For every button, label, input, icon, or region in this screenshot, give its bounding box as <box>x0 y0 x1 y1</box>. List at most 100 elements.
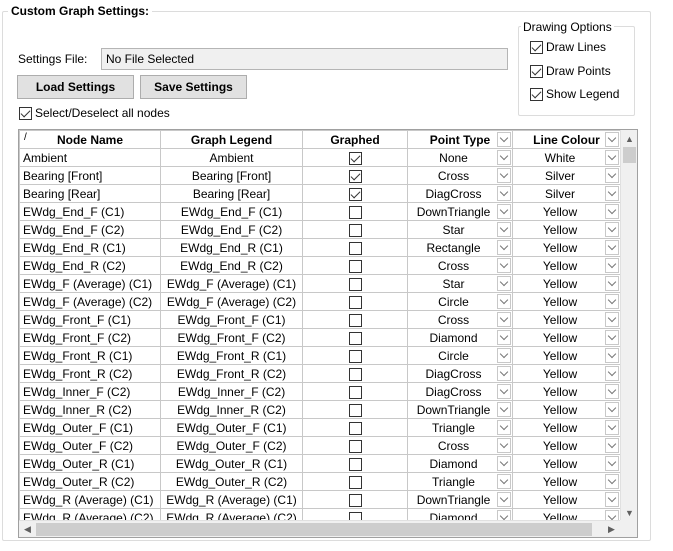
graphed-cell[interactable] <box>302 184 408 203</box>
chevron-down-icon[interactable] <box>497 150 511 165</box>
graphed-checkbox[interactable] <box>348 259 362 273</box>
table-row[interactable]: EWdg_Outer_F (C1) EWdg_Outer_F (C1) Triang… <box>19 418 620 437</box>
node-name-cell[interactable]: Bearing [Front] <box>19 166 161 185</box>
node-name-cell[interactable]: EWdg_Front_R (C1) <box>19 346 161 365</box>
node-name-cell[interactable]: EWdg_End_F (C1) <box>19 202 161 221</box>
graphed-checkbox[interactable] <box>348 403 362 417</box>
draw-lines-checkbox[interactable] <box>530 40 543 54</box>
chevron-down-icon[interactable] <box>605 474 619 489</box>
line-colour-cell[interactable]: Yellow <box>512 220 620 239</box>
node-name-cell[interactable]: EWdg_End_F (C2) <box>19 220 161 239</box>
graphed-checkbox[interactable] <box>348 277 362 291</box>
line-colour-cell[interactable]: Yellow <box>512 400 620 419</box>
line-colour-cell[interactable]: Yellow <box>512 418 620 437</box>
point-type-cell[interactable]: DownTriangle <box>407 490 513 509</box>
chevron-down-icon[interactable] <box>497 276 511 291</box>
table-row[interactable]: EWdg_Outer_R (C2) EWdg_Outer_R (C2) Triang… <box>19 472 620 491</box>
graphed-checkbox[interactable] <box>348 223 362 237</box>
vertical-scrollbar[interactable]: ▲ ▼ <box>620 130 637 521</box>
chevron-down-icon[interactable] <box>605 258 619 273</box>
vertical-scroll-thumb[interactable] <box>623 147 636 163</box>
graphed-cell[interactable] <box>302 274 408 293</box>
chevron-down-icon[interactable] <box>605 222 619 237</box>
point-type-cell[interactable]: Cross <box>407 310 513 329</box>
point-type-cell[interactable]: DiagCross <box>407 382 513 401</box>
chevron-down-icon[interactable] <box>497 240 511 255</box>
graphed-cell[interactable] <box>302 238 408 257</box>
chevron-down-icon[interactable] <box>497 402 511 417</box>
chevron-down-icon[interactable] <box>605 420 619 435</box>
chevron-down-icon[interactable] <box>605 186 619 201</box>
graphed-checkbox[interactable] <box>348 385 362 399</box>
graphed-checkbox[interactable] <box>348 205 362 219</box>
graph-legend-cell[interactable]: EWdg_End_R (C1) <box>160 238 303 257</box>
graphed-checkbox[interactable] <box>348 349 362 363</box>
graphed-cell[interactable] <box>302 436 408 455</box>
graphed-cell[interactable] <box>302 472 408 491</box>
graph-legend-cell[interactable]: EWdg_Outer_F (C1) <box>160 418 303 437</box>
table-row[interactable]: EWdg_F (Average) (C1) EWdg_F (Average) (C… <box>19 274 620 293</box>
scroll-right-icon[interactable]: ▶ <box>603 521 620 537</box>
node-name-cell[interactable]: EWdg_Outer_F (C1) <box>19 418 161 437</box>
line-colour-cell[interactable]: Yellow <box>512 490 620 509</box>
point-type-cell[interactable]: Circle <box>407 292 513 311</box>
chevron-down-icon[interactable] <box>605 330 619 345</box>
point-type-cell[interactable]: Cross <box>407 436 513 455</box>
graph-legend-cell[interactable]: EWdg_R (Average) (C1) <box>160 490 303 509</box>
chevron-down-icon[interactable] <box>605 366 619 381</box>
point-type-cell[interactable]: None <box>407 148 513 167</box>
graphed-cell[interactable] <box>302 220 408 239</box>
line-colour-cell[interactable]: Yellow <box>512 364 620 383</box>
table-row[interactable]: Bearing [Rear] Bearing [Rear] DiagCross Sil… <box>19 184 620 203</box>
node-name-cell[interactable]: Bearing [Rear] <box>19 184 161 203</box>
node-name-cell[interactable]: EWdg_End_R (C2) <box>19 256 161 275</box>
line-colour-cell[interactable]: Yellow <box>512 238 620 257</box>
graph-legend-cell[interactable]: EWdg_Outer_R (C1) <box>160 454 303 473</box>
line-colour-cell[interactable]: Yellow <box>512 256 620 275</box>
chevron-down-icon[interactable] <box>605 150 619 165</box>
table-row[interactable]: EWdg_End_R (C1) EWdg_End_R (C1) Rectangle Y… <box>19 238 620 257</box>
table-row[interactable]: EWdg_Front_R (C2) EWdg_Front_R (C2) DiagCr… <box>19 364 620 383</box>
chevron-down-icon[interactable] <box>497 384 511 399</box>
point-type-cell[interactable]: Diamond <box>407 328 513 347</box>
graphed-checkbox[interactable] <box>348 331 362 345</box>
chevron-down-icon[interactable] <box>497 474 511 489</box>
graph-legend-cell[interactable]: Bearing [Rear] <box>160 184 303 203</box>
line-colour-cell[interactable]: White <box>512 148 620 167</box>
graph-legend-cell[interactable]: Ambient <box>160 148 303 167</box>
line-colour-cell[interactable]: Yellow <box>512 274 620 293</box>
load-settings-button[interactable]: Load Settings <box>17 75 134 99</box>
node-name-cell[interactable]: EWdg_Outer_R (C1) <box>19 454 161 473</box>
chevron-down-icon[interactable] <box>605 204 619 219</box>
graph-legend-cell[interactable]: EWdg_Front_F (C2) <box>160 328 303 347</box>
graph-legend-cell[interactable]: EWdg_Front_F (C1) <box>160 310 303 329</box>
line-colour-cell[interactable]: Silver <box>512 184 620 203</box>
node-name-cell[interactable]: EWdg_F (Average) (C1) <box>19 274 161 293</box>
chevron-down-icon[interactable] <box>497 186 511 201</box>
draw-lines-option[interactable]: Draw Lines <box>530 40 606 54</box>
graphed-cell[interactable] <box>302 310 408 329</box>
draw-points-checkbox[interactable] <box>530 64 543 78</box>
graphed-cell[interactable] <box>302 202 408 221</box>
point-type-cell[interactable]: Star <box>407 274 513 293</box>
line-colour-cell[interactable]: Yellow <box>512 454 620 473</box>
graphed-cell[interactable] <box>302 454 408 473</box>
show-legend-option[interactable]: Show Legend <box>530 87 619 101</box>
table-row[interactable]: EWdg_End_F (C1) EWdg_End_F (C1) DownTriang… <box>19 202 620 221</box>
show-legend-checkbox[interactable] <box>530 87 543 101</box>
chevron-down-icon[interactable] <box>605 276 619 291</box>
graphed-checkbox[interactable] <box>348 493 362 507</box>
col-header-line-colour[interactable]: Line Colour <box>512 130 620 149</box>
graph-legend-cell[interactable]: EWdg_Inner_R (C2) <box>160 400 303 419</box>
chevron-down-icon[interactable] <box>497 330 511 345</box>
table-row[interactable]: EWdg_Front_F (C2) EWdg_Front_F (C2) Diamon… <box>19 328 620 347</box>
graphed-cell[interactable] <box>302 166 408 185</box>
graphed-cell[interactable] <box>302 364 408 383</box>
point-type-cell[interactable]: Cross <box>407 256 513 275</box>
point-type-cell[interactable]: DownTriangle <box>407 202 513 221</box>
graphed-checkbox[interactable] <box>348 151 362 165</box>
chevron-down-icon[interactable] <box>497 456 511 471</box>
line-colour-cell[interactable]: Yellow <box>512 436 620 455</box>
line-colour-cell[interactable]: Yellow <box>512 382 620 401</box>
point-type-cell[interactable]: Triangle <box>407 472 513 491</box>
